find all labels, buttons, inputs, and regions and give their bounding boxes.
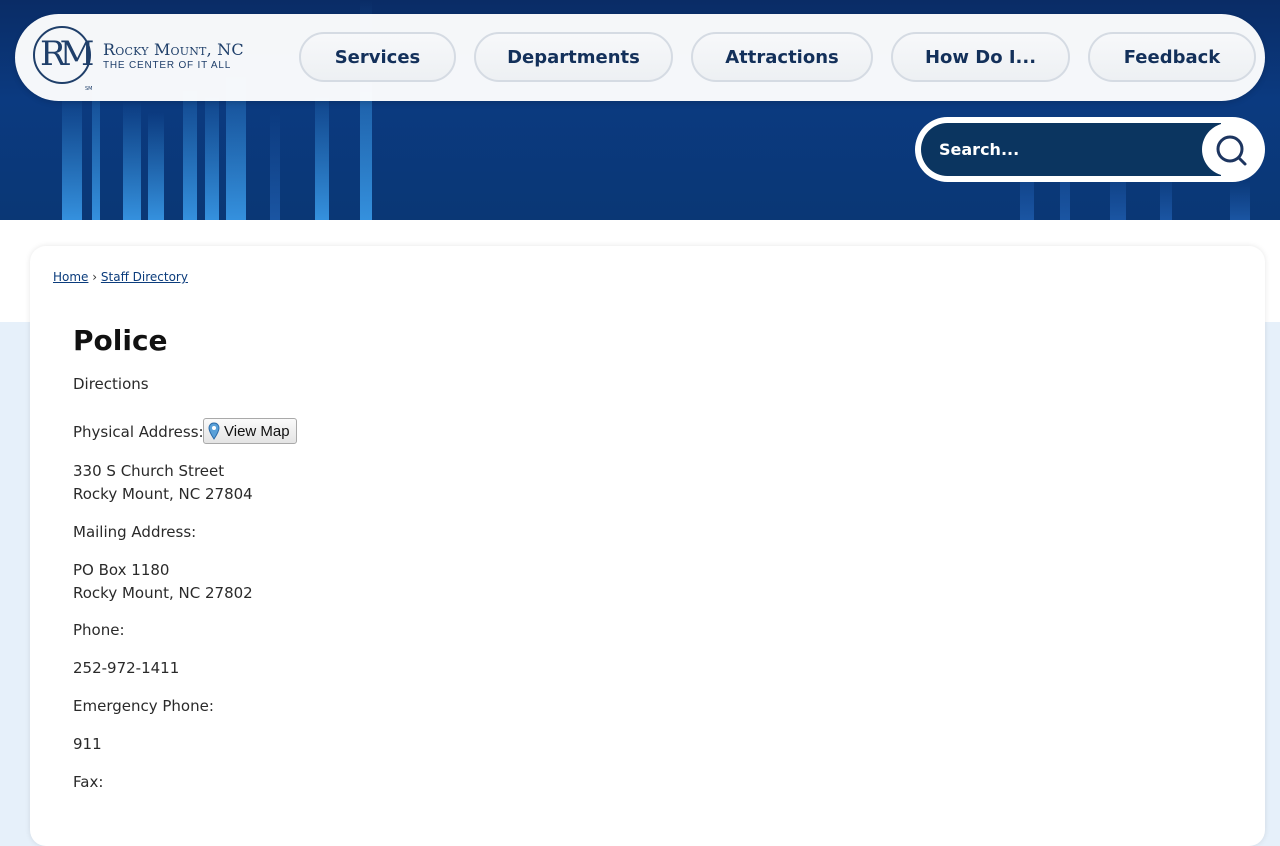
hero-light-beam bbox=[123, 100, 141, 220]
search-bar bbox=[915, 117, 1265, 182]
nav-attractions[interactable]: Attractions bbox=[691, 32, 873, 82]
breadcrumb-separator: › bbox=[92, 270, 98, 284]
nav-how-do-i[interactable]: How Do I... bbox=[891, 32, 1070, 82]
mailing-address-label: Mailing Address: bbox=[73, 523, 197, 541]
nav-feedback[interactable]: Feedback bbox=[1088, 32, 1256, 82]
physical-address-line2: Rocky Mount, NC 27804 bbox=[73, 485, 253, 503]
hero-light-beam bbox=[1230, 180, 1250, 220]
breadcrumb-staff-directory-link[interactable]: Staff Directory bbox=[101, 270, 188, 284]
breadcrumb-home-link[interactable]: Home bbox=[53, 270, 88, 284]
phone-label: Phone: bbox=[73, 621, 125, 639]
phone-link[interactable]: 252-972-1411 bbox=[73, 659, 179, 677]
map-pin-icon bbox=[208, 422, 220, 440]
physical-address-label: Physical Address: bbox=[73, 423, 204, 441]
search-icon bbox=[1216, 135, 1247, 166]
nav-services[interactable]: Services bbox=[299, 32, 456, 82]
breadcrumb: Home › Staff Directory bbox=[53, 270, 188, 284]
fax-label: Fax: bbox=[73, 773, 104, 791]
emergency-phone-value: 911 bbox=[73, 735, 102, 753]
emergency-phone-label: Emergency Phone: bbox=[73, 697, 214, 715]
page-title: Police bbox=[73, 324, 168, 357]
view-map-button[interactable]: View Map bbox=[203, 418, 297, 444]
view-map-label: View Map bbox=[224, 422, 290, 440]
hero-light-beam bbox=[148, 112, 164, 220]
site-name: Rocky Mount, NC bbox=[103, 40, 244, 59]
physical-address-line1: 330 S Church Street bbox=[73, 462, 225, 480]
main-navigation-bar: RM SM Rocky Mount, NC THE CENTER OF IT A… bbox=[15, 14, 1265, 101]
hero-light-beam bbox=[62, 90, 82, 220]
directions-link[interactable]: Directions bbox=[73, 375, 149, 393]
search-button[interactable] bbox=[1202, 123, 1259, 176]
site-logo[interactable]: RM SM Rocky Mount, NC THE CENTER OF IT A… bbox=[33, 24, 283, 92]
hero-light-beam bbox=[270, 110, 280, 220]
logo-monogram-text: RM bbox=[40, 34, 94, 74]
site-tagline: THE CENTER OF IT ALL bbox=[103, 60, 232, 71]
logo-service-mark: SM bbox=[85, 86, 93, 92]
logo-monogram: RM SM bbox=[33, 26, 94, 92]
mailing-address-line2: Rocky Mount, NC 27802 bbox=[73, 584, 253, 602]
nav-departments[interactable]: Departments bbox=[474, 32, 673, 82]
hero-light-beam bbox=[205, 80, 219, 220]
search-input[interactable] bbox=[921, 123, 1221, 176]
content-card: Home › Staff Directory Police Directions… bbox=[30, 246, 1265, 846]
hero-light-beam bbox=[315, 80, 329, 220]
mailing-address-line1: PO Box 1180 bbox=[73, 561, 170, 579]
